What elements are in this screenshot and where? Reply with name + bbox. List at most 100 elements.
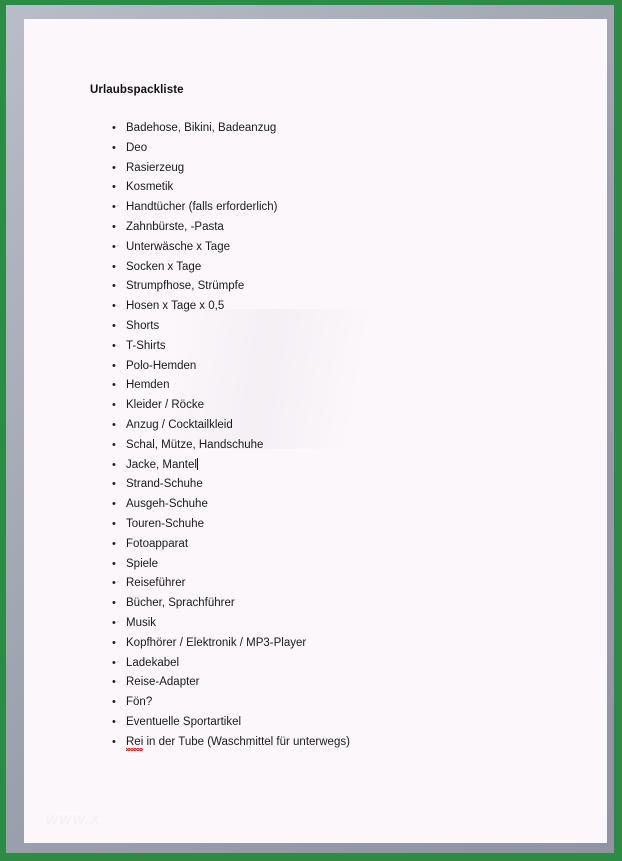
bullet-icon: • — [112, 498, 116, 511]
bullet-icon: • — [112, 537, 116, 550]
list-item-label: Hosen x Tage x 0,5 — [126, 300, 225, 313]
bullet-icon: • — [112, 597, 116, 610]
bullet-icon: • — [112, 122, 116, 134]
list-item-label: Fotoapparat — [126, 537, 189, 550]
watermark-bottom: www.x — [46, 809, 101, 828]
bullet-icon: • — [112, 715, 116, 728]
list-item[interactable]: • Kleider / Röcke — [24, 396, 350, 416]
list-item[interactable]: • Deo — [24, 139, 350, 159]
list-item-label: Shorts — [126, 319, 160, 332]
list-item-label: Reise-Adapter — [126, 676, 200, 689]
window-frame: www.x Urlaubspackliste • Badehose, Bikini… — [0, 0, 622, 861]
list-item-label: Fön? — [126, 696, 153, 709]
list-item-label: Schal, Mütze, Handschuhe — [126, 438, 264, 451]
bullet-icon: • — [112, 517, 116, 530]
bullet-icon: • — [112, 418, 116, 431]
bullet-icon: • — [112, 636, 116, 649]
list-item[interactable]: • T-Shirts — [24, 337, 350, 357]
list-item-label: Spiele — [126, 557, 158, 570]
page-title: Urlaubspackliste — [90, 84, 184, 96]
bullet-icon: • — [112, 319, 116, 332]
misspelled-word[interactable]: Rei — [126, 733, 144, 753]
list-item[interactable]: • Bücher, Sprachführer — [24, 594, 350, 614]
bullet-icon: • — [112, 280, 116, 293]
list-item[interactable]: • Fön? — [24, 693, 350, 713]
list-item[interactable]: • Hemden — [24, 376, 350, 396]
bullet-icon: • — [112, 676, 116, 689]
list-item[interactable]: • Rasierzeug — [24, 159, 350, 179]
list-item-label: Socken x Tage — [126, 260, 202, 273]
list-item-label: Touren-Schuhe — [126, 517, 204, 530]
list-item-label: Kosmetik — [126, 181, 174, 194]
list-item[interactable]: • Zahnbürste, -Pasta — [24, 218, 350, 238]
list-item[interactable]: • Handtücher (falls erforderlich) — [24, 198, 350, 218]
bullet-icon: • — [112, 577, 116, 590]
bullet-icon: • — [112, 220, 116, 233]
text-caret — [196, 457, 198, 470]
list-item[interactable]: • Reiseführer — [24, 574, 350, 594]
bullet-icon: • — [112, 478, 116, 491]
list-item[interactable]: • Reise-Adapter — [24, 673, 350, 693]
list-item[interactable]: • Touren-Schuhe — [24, 515, 350, 535]
bullet-icon: • — [112, 656, 116, 669]
bullet-icon: • — [112, 557, 116, 570]
list-item[interactable]: • Rei in der Tube (Waschmittel für unterw… — [24, 733, 350, 753]
list-item[interactable]: • Badehose, Bikini, Badeanzug — [24, 119, 350, 139]
list-item-label: Hemden — [126, 379, 170, 392]
bullet-icon: • — [112, 735, 116, 748]
list-item-label: Handtücher (falls erforderlich) — [126, 201, 278, 214]
bullet-icon: • — [112, 696, 116, 709]
list-item[interactable]: • Ladekabel — [24, 654, 350, 674]
page-bevel: www.x Urlaubspackliste • Badehose, Bikini… — [6, 5, 614, 853]
list-item[interactable]: • Kopfhörer / Elektronik / MP3-Player — [24, 634, 350, 654]
bullet-icon: • — [112, 161, 116, 174]
bullet-icon: • — [112, 399, 116, 412]
list-item-label: Rasierzeug — [126, 161, 185, 174]
document-page[interactable]: www.x Urlaubspackliste • Badehose, Bikini… — [24, 19, 607, 843]
bullet-icon: • — [112, 240, 116, 253]
list-item[interactable]: • Anzug / Cocktailkleid — [24, 416, 350, 436]
bullet-icon: • — [112, 141, 116, 154]
bullet-icon: • — [112, 359, 116, 372]
list-item-label: Reiseführer — [126, 577, 186, 590]
list-item[interactable]: • Kosmetik — [24, 178, 350, 198]
bullet-icon: • — [112, 438, 116, 451]
list-item-label: Jacke, Mantel — [126, 458, 197, 471]
list-item-label: Badehose, Bikini, Badeanzug — [126, 122, 277, 134]
list-item-label: Musik — [126, 616, 157, 629]
list-item-label: Ausgeh-Schuhe — [126, 498, 208, 511]
list-item[interactable]: • Jacke, Mantel — [24, 456, 350, 476]
bullet-icon: • — [112, 260, 116, 273]
list-item-label: Eventuelle Sportartikel — [126, 715, 242, 728]
bullet-icon: • — [112, 458, 116, 471]
list-item[interactable]: • Shorts — [24, 317, 350, 337]
list-item-label: T-Shirts — [126, 339, 166, 352]
list-item[interactable]: • Hosen x Tage x 0,5 — [24, 297, 350, 317]
list-item-label: Kopfhörer / Elektronik / MP3-Player — [126, 636, 307, 649]
list-item[interactable]: • Ausgeh-Schuhe — [24, 495, 350, 515]
list-item[interactable]: • Polo-Hemden — [24, 357, 350, 377]
bullet-icon: • — [112, 300, 116, 313]
list-item[interactable]: • Socken x Tage — [24, 258, 350, 278]
bullet-icon: • — [112, 181, 116, 194]
bullet-icon: • — [112, 201, 116, 214]
list-item-label: Ladekabel — [126, 656, 180, 669]
list-item-label: Zahnbürste, -Pasta — [126, 220, 224, 233]
list-item-label: Unterwäsche x Tage — [126, 240, 230, 253]
list-item-label: Rei in der Tube (Waschmittel für unterwe… — [126, 733, 350, 753]
list-item-label: Strand-Schuhe — [126, 478, 203, 491]
list-item[interactable]: • Unterwäsche x Tage — [24, 238, 350, 258]
list-item-label: Strumpfhose, Strümpfe — [126, 280, 245, 293]
list-item-label: Kleider / Röcke — [126, 399, 204, 412]
bullet-icon: • — [112, 616, 116, 629]
list-item[interactable]: • Strumpfhose, Strümpfe — [24, 277, 350, 297]
list-item-label: Deo — [126, 141, 148, 154]
bullet-icon: • — [112, 339, 116, 352]
list-item[interactable]: • Spiele — [24, 555, 350, 575]
list-item[interactable]: • Schal, Mütze, Handschuhe — [24, 436, 350, 456]
list-item-label: Anzug / Cocktailkleid — [126, 418, 233, 431]
list-item[interactable]: • Fotoapparat — [24, 535, 350, 555]
list-item[interactable]: • Musik — [24, 614, 350, 634]
list-item[interactable]: • Strand-Schuhe — [24, 475, 350, 495]
list-item[interactable]: • Eventuelle Sportartikel — [24, 713, 350, 733]
